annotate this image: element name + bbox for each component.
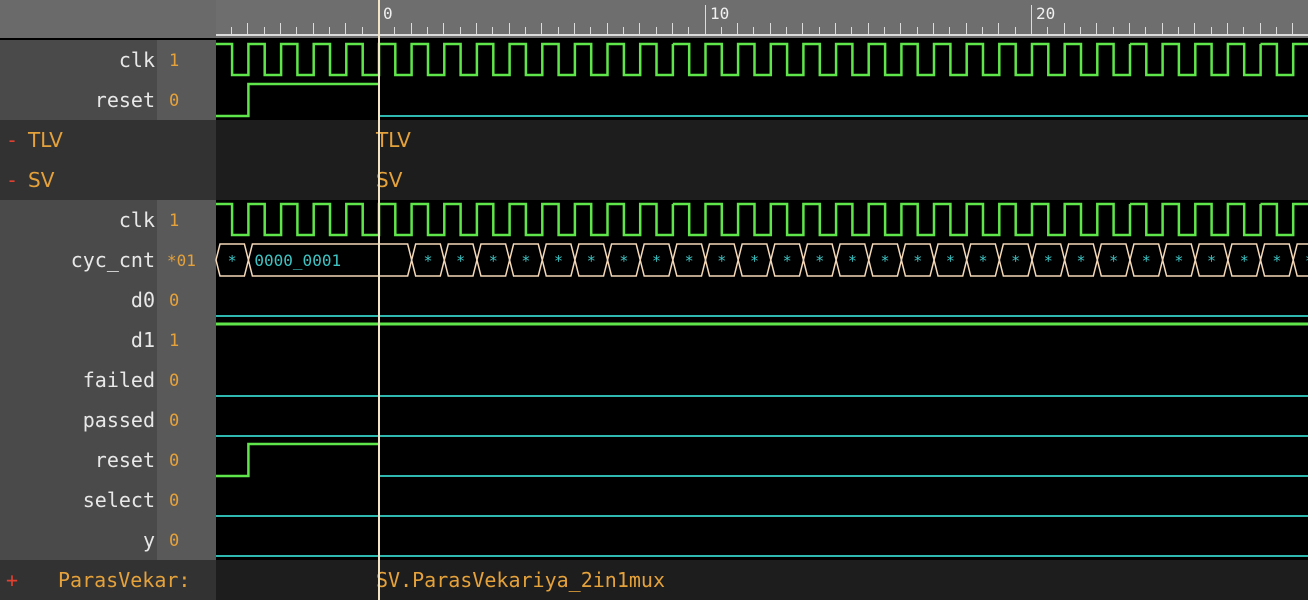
bus-value-label: * [815, 252, 824, 270]
bus-value-label: * [881, 252, 890, 270]
bus-value-label: * [1076, 252, 1085, 270]
bus-value-label: * [521, 252, 530, 270]
bus-value-label: * [1109, 252, 1118, 270]
bus-value-label: * [1142, 252, 1151, 270]
bus-value-label: * [717, 252, 726, 270]
bus-value-label: * [685, 252, 694, 270]
bus-value-label: * [489, 252, 498, 270]
bus-value-label: * [1011, 252, 1020, 270]
reset-active-waveform [216, 82, 379, 118]
bus-value-label: * [1207, 252, 1216, 270]
bus-value-label: * [587, 252, 596, 270]
waveform-viewer: 0 10 20 clk 1 reset 0- TLV TLV - SV SV clk 1 cyc_cnt *… [0, 0, 1308, 600]
bus-value-label: * [783, 252, 792, 270]
time-cursor[interactable] [378, 0, 380, 600]
bus-value-label: 0000_0001 [254, 251, 341, 270]
bus-value-label: * [1174, 252, 1183, 270]
bus-value-label: * [946, 252, 955, 270]
waveform-canvas: *0000_0001***************************** [215, 42, 1308, 557]
bus-value-label: * [1272, 252, 1281, 270]
bus-value-label: * [652, 252, 661, 270]
bus-value-label: * [423, 252, 432, 270]
bus-value-label: * [619, 252, 628, 270]
bus-value-label: * [228, 252, 237, 270]
bus-value-label: * [750, 252, 759, 270]
bus-value-label: * [913, 252, 922, 270]
reset-active-waveform [216, 442, 379, 478]
bus-value-label: * [554, 252, 563, 270]
bus-value-label: * [1044, 252, 1053, 270]
bus-value-label: * [1240, 252, 1249, 270]
bus-value-label: * [456, 252, 465, 270]
bus-value-label: * [979, 252, 988, 270]
bus-value-label: * [848, 252, 857, 270]
